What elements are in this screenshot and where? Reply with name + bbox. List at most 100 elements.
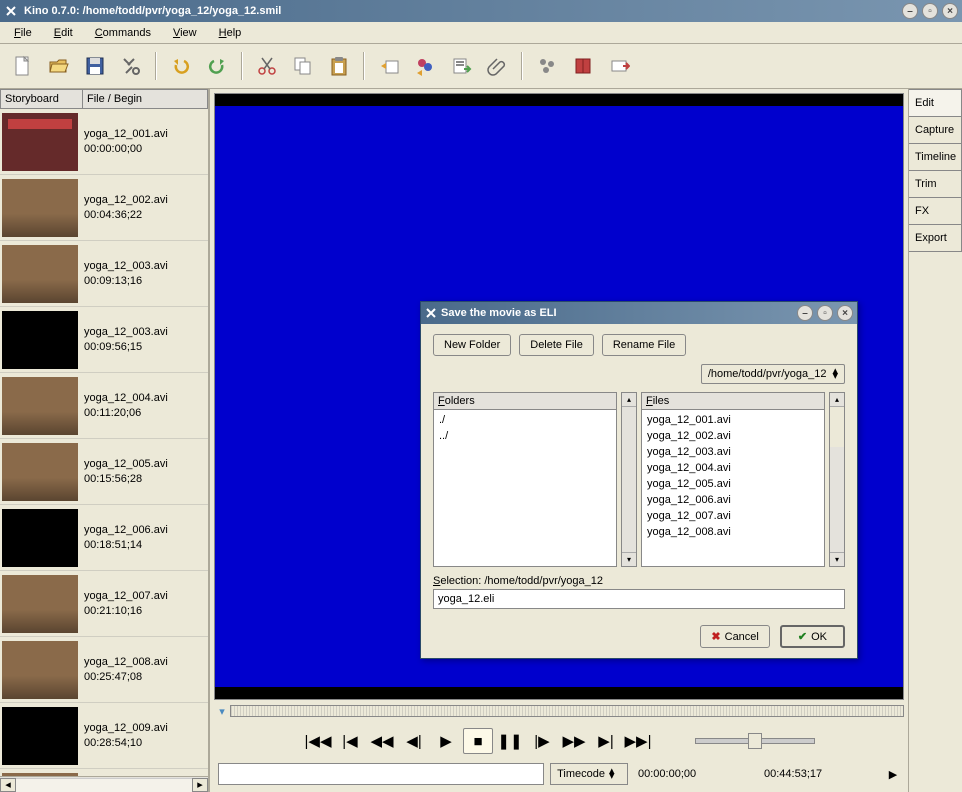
timecode-mode[interactable]: Timecode ▴▾ [550, 763, 628, 785]
open-icon[interactable] [44, 51, 74, 81]
maximize-button[interactable]: ▫ [922, 3, 938, 19]
add-clip-icon[interactable] [374, 51, 404, 81]
paste-icon[interactable] [324, 51, 354, 81]
window-titlebar: Kino 0.7.0: /home/todd/pvr/yoga_12/yoga_… [0, 0, 962, 22]
storyboard-item[interactable]: yoga_12_007.avi00:21:10;16 [0, 571, 208, 637]
redo-icon[interactable] [202, 51, 232, 81]
storyboard-item[interactable]: yoga_12_004.avi00:11:20;06 [0, 373, 208, 439]
column-file-begin[interactable]: File / Begin [83, 90, 207, 108]
new-folder-button[interactable]: New Folder [433, 334, 511, 356]
menu-view[interactable]: View [165, 25, 207, 41]
scrub-bar[interactable]: ▾ [214, 703, 904, 719]
export-clip-icon[interactable] [446, 51, 476, 81]
file-item[interactable]: yoga_12_006.avi [644, 492, 822, 508]
timecode-spin-icon[interactable]: ▴▾ [609, 769, 621, 779]
new-icon[interactable] [8, 51, 38, 81]
file-item[interactable]: yoga_12_005.avi [644, 476, 822, 492]
storyboard-item[interactable]: yoga_12_003.avi00:09:13;16 [0, 241, 208, 307]
dialog-minimize-button[interactable]: – [797, 305, 813, 321]
storyboard-item[interactable]: yoga_12_008.avi00:25:47;08 [0, 637, 208, 703]
rename-file-button[interactable]: Rename File [602, 334, 686, 356]
tab-trim[interactable]: Trim [909, 170, 962, 198]
goto-start-button[interactable]: |◀◀ [303, 728, 333, 754]
file-item[interactable]: yoga_12_001.avi [644, 412, 822, 428]
folder-item[interactable]: ./ [436, 412, 614, 428]
cancel-button[interactable]: ✖Cancel [700, 625, 769, 648]
step-back-button[interactable]: ◀| [399, 728, 429, 754]
storyboard-item[interactable]: yoga_12_005.avi00:15:56;28 [0, 439, 208, 505]
file-item[interactable]: yoga_12_004.avi [644, 460, 822, 476]
window-title: Kino 0.7.0: /home/todd/pvr/yoga_12/yoga_… [24, 5, 898, 17]
menu-help[interactable]: Help [211, 25, 252, 41]
storyboard-item[interactable]: yoga_12_009.avi00:28:54;10 [0, 703, 208, 769]
tab-edit[interactable]: Edit [909, 89, 962, 117]
files-scrollbar[interactable]: ▴▾ [829, 392, 845, 567]
storyboard-item[interactable]: yoga_12_006.avi00:18:51;14 [0, 505, 208, 571]
play-button[interactable]: ▶ [431, 728, 461, 754]
help-icon[interactable] [568, 51, 598, 81]
files-header[interactable]: Files [641, 392, 825, 409]
delete-file-button[interactable]: Delete File [519, 334, 594, 356]
file-item[interactable]: yoga_12_008.avi [644, 524, 822, 540]
next-scene-button[interactable]: ▶| [591, 728, 621, 754]
menu-file[interactable]: File [6, 25, 42, 41]
command-input[interactable] [218, 763, 544, 785]
shuttle-slider[interactable] [695, 738, 815, 744]
storyboard-item[interactable]: yoga_12_010.avi [0, 769, 208, 776]
cut-icon[interactable] [252, 51, 282, 81]
clip-filename: yoga_12_006.avi [84, 523, 204, 537]
dialog-close-button[interactable]: × [837, 305, 853, 321]
file-item[interactable]: yoga_12_007.avi [644, 508, 822, 524]
eject-icon[interactable] [604, 51, 634, 81]
scroll-right-icon[interactable]: ▸ [192, 778, 208, 792]
tools-icon[interactable] [116, 51, 146, 81]
menu-edit[interactable]: Edit [46, 25, 83, 41]
files-list[interactable]: yoga_12_001.aviyoga_12_002.aviyoga_12_00… [641, 409, 825, 567]
shuttle-handle[interactable] [748, 733, 762, 749]
filename-input[interactable] [433, 589, 845, 609]
storyboard-scrollbar-x[interactable]: ◂ ▸ [0, 776, 208, 792]
minimize-button[interactable]: – [902, 3, 918, 19]
stop-button[interactable]: ■ [463, 728, 493, 754]
step-fwd-button[interactable]: |▶ [527, 728, 557, 754]
goto-end-button[interactable]: ▶▶| [623, 728, 653, 754]
copy-icon[interactable] [288, 51, 318, 81]
file-item[interactable]: yoga_12_003.avi [644, 444, 822, 460]
tab-fx[interactable]: FX [909, 197, 962, 225]
folders-header[interactable]: Folders [433, 392, 617, 409]
clip-filename: yoga_12_007.avi [84, 589, 204, 603]
path-spin-icon[interactable]: ▴▾ [832, 369, 838, 379]
folder-item[interactable]: ../ [436, 428, 614, 444]
folders-list[interactable]: ./../ [433, 409, 617, 567]
column-storyboard[interactable]: Storyboard [1, 90, 83, 108]
storyboard-item[interactable]: yoga_12_001.avi00:00:00;00 [0, 109, 208, 175]
pause-button[interactable]: ❚❚ [495, 728, 525, 754]
save-icon[interactable] [80, 51, 110, 81]
dialog-maximize-button[interactable]: ▫ [817, 305, 833, 321]
path-selector[interactable]: /home/todd/pvr/yoga_12 ▴▾ [701, 364, 845, 384]
app-icon [4, 4, 18, 18]
tab-timeline[interactable]: Timeline [909, 143, 962, 171]
scroll-left-icon[interactable]: ◂ [0, 778, 16, 792]
play-indicator-icon[interactable]: ▶ [886, 768, 900, 781]
clip-filename: yoga_12_004.avi [84, 391, 204, 405]
tab-capture[interactable]: Capture [909, 116, 962, 144]
storyboard-item[interactable]: yoga_12_003.avi00:09:56;15 [0, 307, 208, 373]
menu-commands[interactable]: Commands [87, 25, 161, 41]
storyboard-item[interactable]: yoga_12_002.avi00:04:36;22 [0, 175, 208, 241]
tab-export[interactable]: Export [909, 224, 962, 252]
prev-scene-button[interactable]: |◀ [335, 728, 365, 754]
storyboard-list[interactable]: yoga_12_001.avi00:00:00;00yoga_12_002.av… [0, 109, 208, 776]
folders-scrollbar[interactable]: ▴▾ [621, 392, 637, 567]
forward-button[interactable]: ▶▶ [559, 728, 589, 754]
rewind-button[interactable]: ◀◀ [367, 728, 397, 754]
clip-thumbnail [2, 509, 78, 567]
prefs-icon[interactable] [532, 51, 562, 81]
clip-thumbnail [2, 311, 78, 369]
fx-clip-icon[interactable] [410, 51, 440, 81]
file-item[interactable]: yoga_12_002.avi [644, 428, 822, 444]
attach-icon[interactable] [482, 51, 512, 81]
undo-icon[interactable] [166, 51, 196, 81]
close-button[interactable]: × [942, 3, 958, 19]
ok-button[interactable]: ✔OK [780, 625, 845, 648]
